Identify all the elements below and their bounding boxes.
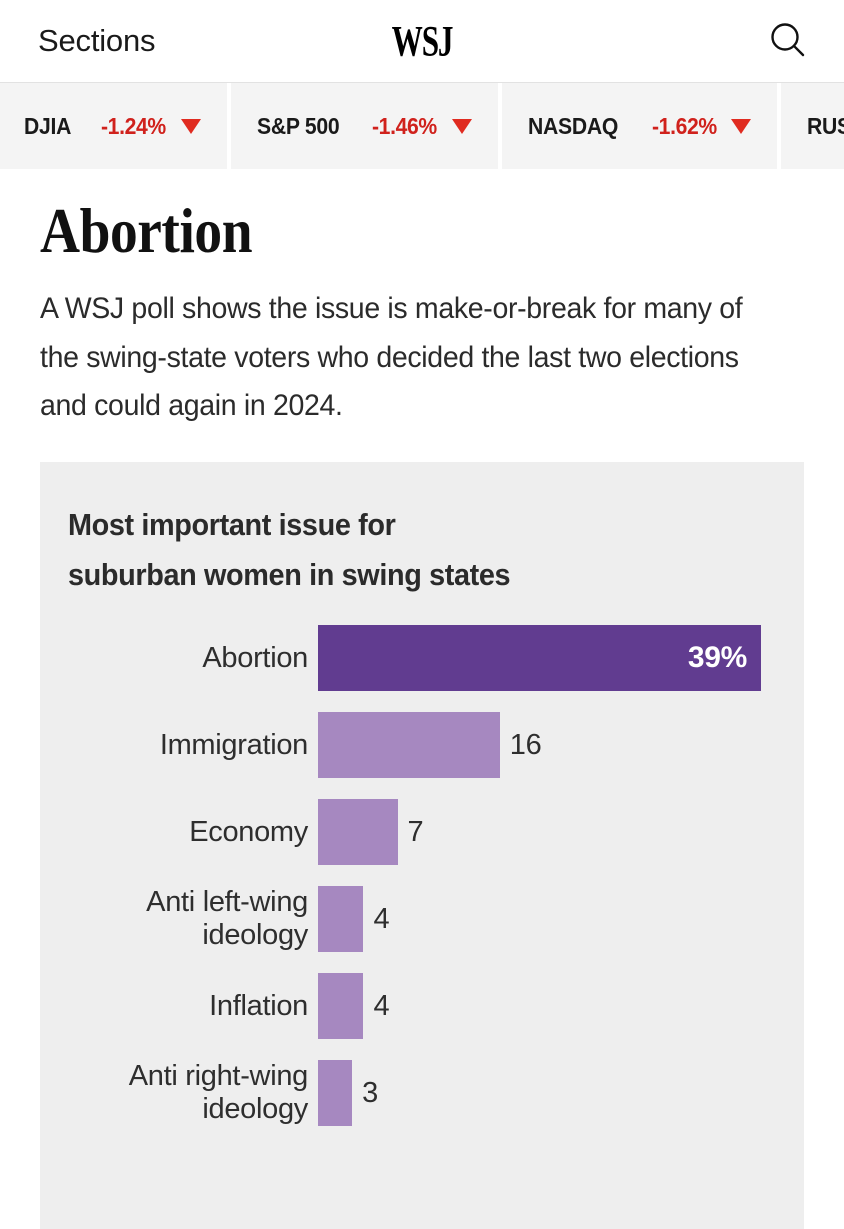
arrow-down-icon: [451, 118, 472, 134]
site-header: Sections WSJ: [0, 0, 844, 83]
ticker-change: -1.46%: [372, 112, 438, 139]
chart-title-line-1: Most important issue for: [68, 506, 396, 542]
bar-row: Abortion 39%: [40, 625, 804, 692]
bar-row: Economy 7: [40, 799, 804, 866]
bar: [318, 799, 398, 866]
bar-category-label: Immigration: [159, 728, 308, 761]
bar-track: 4: [318, 973, 804, 1040]
bar-chart: Abortion 39% Immigration 16 Economy 7 Anti lef…: [40, 600, 804, 1127]
wsj-logo-text: WSJ: [391, 16, 454, 66]
bar: 39%: [318, 625, 762, 692]
search-button[interactable]: [766, 19, 810, 63]
ticker-item[interactable]: S&P 500 -1.46%: [230, 83, 498, 169]
chart-card: Most important issue for suburban women …: [40, 461, 804, 1229]
bar: [318, 712, 500, 779]
ticker-item[interactable]: NASDAQ -1.62%: [501, 83, 778, 169]
wsj-logo[interactable]: WSJ: [383, 16, 461, 66]
deck-text: A WSJ poll shows the issue is make-or-br…: [40, 292, 743, 423]
bar-value-label: 7: [407, 815, 424, 848]
ticker-change: -1.62%: [651, 112, 717, 139]
bar-row: Anti right-wing ideology 3: [40, 1059, 804, 1127]
arrow-down-icon: [180, 118, 201, 134]
bar-value-label: 4: [373, 902, 390, 935]
bar-value-label: 4: [373, 989, 390, 1022]
article-deck: A WSJ poll shows the issue is make-or-br…: [40, 285, 804, 431]
bar-row: Anti left-wing ideology 4: [40, 885, 804, 953]
bar-track: 3: [318, 1060, 804, 1127]
bar: [318, 886, 364, 953]
bar-category-label: Economy: [189, 815, 308, 848]
ticker-item[interactable]: DJIA -1.24%: [0, 83, 227, 169]
ticker-change: -1.24%: [101, 112, 167, 139]
sections-menu-button[interactable]: Sections: [38, 23, 156, 59]
bar-category-label: Anti left-wing ideology: [146, 885, 308, 952]
ticker-symbol: DJIA: [24, 112, 72, 139]
bar-row: Inflation 4: [40, 973, 804, 1040]
bar-track: 7: [318, 799, 804, 866]
ticker-symbol: NASDAQ: [527, 112, 618, 139]
bar-track: 39%: [318, 625, 804, 692]
headline-text: Abortion: [40, 196, 253, 266]
ticker-symbol: S&P 500: [256, 112, 340, 139]
ticker-symbol: RUSSELL 2000: [807, 112, 844, 139]
bar-value-label: 16: [509, 728, 542, 761]
search-icon: [771, 23, 805, 57]
bar: [318, 973, 364, 1040]
chart-title: Most important issue for suburban women …: [40, 462, 804, 600]
bar-category-label: Anti right-wing ideology: [128, 1059, 309, 1126]
bar-track: 4: [318, 886, 804, 953]
bar-value-label: 3: [362, 1076, 378, 1109]
bar-track: 16: [318, 712, 804, 779]
bar-category-label: Inflation: [209, 989, 308, 1022]
bar-row: Immigration 16: [40, 712, 804, 779]
bar-value-label: 39%: [687, 641, 748, 675]
bar: [318, 1060, 353, 1127]
chart-title-line-2: suburban women in swing states: [68, 557, 511, 592]
arrow-down-icon: [731, 118, 752, 134]
bar-category-label: Abortion: [202, 641, 308, 674]
ticker-item[interactable]: RUSSELL 2000: [781, 83, 844, 169]
page-title: Abortion: [40, 170, 804, 263]
market-ticker-bar[interactable]: DJIA -1.24% S&P 500 -1.46% NASDAQ -1.62%…: [0, 83, 844, 170]
article-body: Abortion A WSJ poll shows the issue is m…: [0, 170, 844, 1229]
